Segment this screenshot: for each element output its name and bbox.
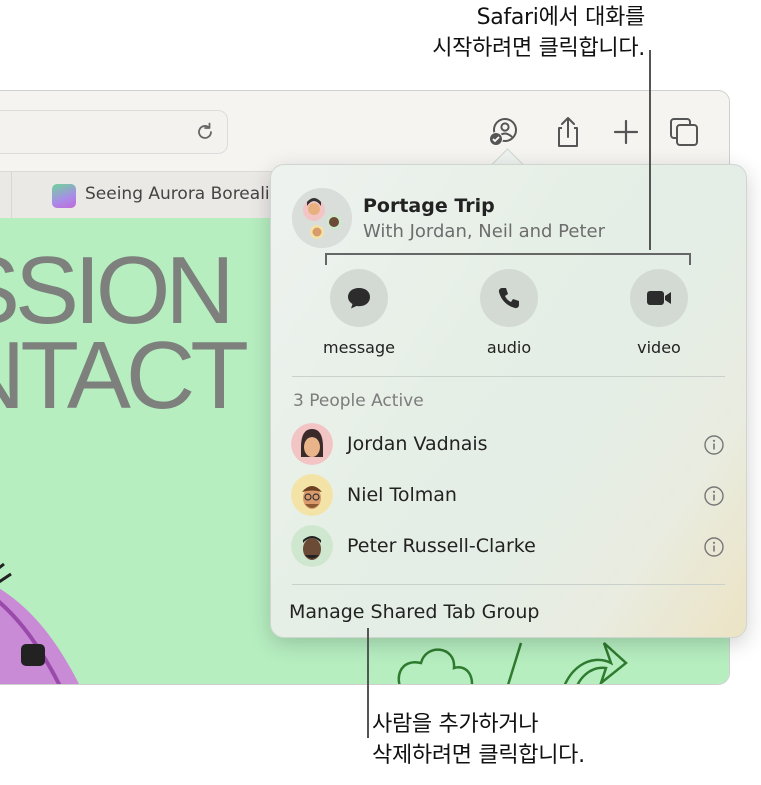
reload-icon[interactable] bbox=[193, 120, 217, 144]
people-header: 3 People Active bbox=[293, 391, 424, 411]
group-subtitle: With Jordan, Neil and Peter bbox=[363, 221, 605, 242]
person-name: Peter Russell-Clarke bbox=[347, 535, 536, 557]
divider-2 bbox=[292, 584, 725, 585]
page-illustration-right bbox=[397, 642, 628, 684]
video-button[interactable]: video bbox=[604, 269, 714, 357]
group-avatar bbox=[292, 188, 352, 248]
info-icon[interactable] bbox=[703, 485, 725, 507]
headline-line2: NTACT bbox=[0, 322, 249, 429]
share-icon[interactable] bbox=[551, 115, 585, 149]
audio-button[interactable]: audio bbox=[454, 269, 564, 357]
page-illustration-left bbox=[0, 562, 79, 684]
person-row[interactable]: Niel Tolman bbox=[291, 474, 731, 518]
info-icon[interactable] bbox=[703, 434, 725, 456]
avatar bbox=[291, 474, 333, 516]
callout-conversation-line2: 시작하려면 클릭합니다. bbox=[432, 36, 645, 61]
person-name: Jordan Vadnais bbox=[347, 433, 488, 455]
address-bar[interactable] bbox=[0, 110, 228, 154]
message-button[interactable]: message bbox=[304, 269, 414, 357]
callout-manage-line2: 삭제하려면 클릭합니다. bbox=[372, 743, 585, 768]
person-row[interactable]: Peter Russell-Clarke bbox=[291, 525, 731, 569]
manage-shared-tab-group[interactable]: Manage Shared Tab Group bbox=[289, 601, 540, 623]
group-title: Portage Trip bbox=[363, 195, 495, 217]
message-label: message bbox=[323, 338, 395, 357]
tab-favicon bbox=[52, 184, 76, 208]
callout-conversation: Safari에서 대화를 시작하려면 클릭합니다. bbox=[0, 2, 645, 64]
avatar bbox=[291, 525, 333, 567]
person-name: Niel Tolman bbox=[347, 484, 457, 506]
tab-title: Seeing Aurora Borealis bbox=[85, 184, 279, 204]
callout-conversation-line1: Safari에서 대화를 bbox=[476, 5, 646, 30]
video-icon bbox=[647, 291, 671, 305]
collaboration-popover: Portage Trip With Jordan, Neil and Peter… bbox=[270, 164, 747, 638]
audio-label: audio bbox=[486, 338, 532, 357]
callout-line-bottom bbox=[367, 628, 369, 738]
message-icon bbox=[348, 288, 370, 309]
avatar bbox=[291, 423, 333, 465]
divider-1 bbox=[292, 376, 725, 377]
callout-manage-line1: 사람을 추가하거나 bbox=[372, 712, 539, 737]
person-row[interactable]: Jordan Vadnais bbox=[291, 423, 731, 467]
video-label: video bbox=[637, 338, 681, 357]
callout-manage: 사람을 추가하거나 삭제하려면 클릭합니다. bbox=[372, 709, 585, 771]
callout-bracket bbox=[325, 253, 691, 265]
tab-overview-icon[interactable] bbox=[667, 115, 701, 149]
new-tab-icon[interactable] bbox=[609, 115, 643, 149]
callout-line-top bbox=[649, 50, 651, 250]
phone-icon bbox=[498, 288, 519, 309]
info-icon[interactable] bbox=[703, 536, 725, 558]
toolbar bbox=[0, 91, 729, 171]
share-collab-icon[interactable] bbox=[486, 115, 520, 149]
